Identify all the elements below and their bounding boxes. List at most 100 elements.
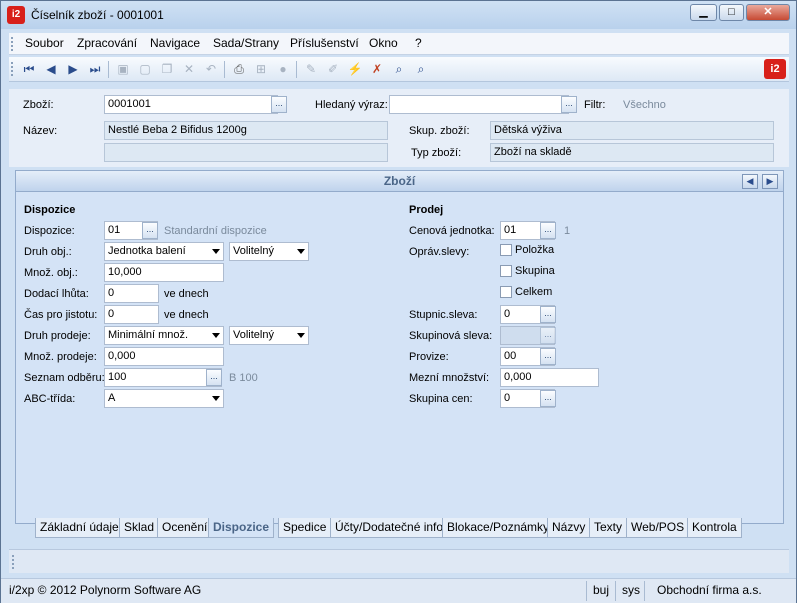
status-system: sys bbox=[622, 583, 640, 597]
tree-icon[interactable]: ⊞ bbox=[253, 61, 269, 77]
toolbar-separator bbox=[296, 61, 297, 78]
menu-soubor[interactable]: Soubor bbox=[25, 36, 64, 50]
find-icon[interactable]: ⌕ bbox=[391, 61, 407, 77]
dodaci-input[interactable]: 0 bbox=[104, 284, 159, 303]
tab-texty[interactable]: Texty bbox=[589, 518, 628, 538]
application-window: i2 Číselník zboží - 0001001 ▁ □ ✕ Soubor… bbox=[0, 0, 797, 603]
druh-prodeje-value: Minimální množ. bbox=[108, 329, 189, 341]
skupinova-label: Skupinová sleva: bbox=[409, 330, 493, 342]
polozka-checkbox[interactable] bbox=[500, 244, 512, 256]
last-record-icon[interactable]: ⏭ bbox=[87, 61, 103, 77]
panel-header: Zboží bbox=[16, 171, 783, 192]
status-grip bbox=[12, 555, 15, 569]
toolbar-grip bbox=[11, 62, 14, 76]
tab-kontrola[interactable]: Kontrola bbox=[687, 518, 742, 538]
dispozice-lookup-button[interactable]: ... bbox=[142, 222, 158, 239]
druh-obj-label: Druh obj.: bbox=[24, 246, 72, 258]
skupina-cen-label: Skupina cen: bbox=[409, 393, 473, 405]
first-record-icon[interactable]: ⏮ bbox=[21, 61, 37, 77]
mnoz-obj-input[interactable]: 10,000 bbox=[104, 263, 224, 282]
zbozi-input[interactable]: 0001001 bbox=[104, 95, 278, 114]
skupinova-lookup-button[interactable]: ... bbox=[540, 327, 556, 344]
undo-icon[interactable]: ↶ bbox=[203, 61, 219, 77]
new-document-icon[interactable]: ▢ bbox=[137, 61, 153, 77]
save-icon[interactable]: ▣ bbox=[115, 61, 131, 77]
druh-obj-value: Jednotka balení bbox=[108, 245, 186, 257]
minimize-button[interactable]: ▁ bbox=[690, 4, 717, 21]
status-divider bbox=[644, 581, 645, 601]
menu-prislusenstvi[interactable]: Příslušenství bbox=[290, 36, 359, 50]
druh-prodeje-label: Druh prodeje: bbox=[24, 330, 91, 342]
delete-icon[interactable]: ✕ bbox=[181, 61, 197, 77]
pen-alt-icon[interactable]: ✐ bbox=[325, 61, 341, 77]
druh-obj-option-value: Volitelný bbox=[233, 245, 274, 257]
celkem-checkbox[interactable] bbox=[500, 286, 512, 298]
druh-prodeje-option-value: Volitelný bbox=[233, 329, 274, 341]
pen-icon[interactable]: ✎ bbox=[303, 61, 319, 77]
hledany-lookup-button[interactable]: ... bbox=[561, 96, 577, 113]
secondary-status-bar bbox=[9, 549, 789, 573]
chevron-down-icon bbox=[212, 396, 220, 401]
tab-spedice[interactable]: Spedice bbox=[278, 518, 332, 538]
panel-next-button[interactable]: ▶ bbox=[762, 174, 778, 189]
druh-prodeje-option-select[interactable]: Volitelný bbox=[229, 326, 309, 345]
seznam-lookup-button[interactable]: ... bbox=[206, 369, 222, 386]
panel-prev-button[interactable]: ◀ bbox=[742, 174, 758, 189]
copy-icon[interactable]: ❐ bbox=[159, 61, 175, 77]
dispozice-label: Dispozice: bbox=[24, 225, 75, 237]
mezni-input[interactable]: 0,000 bbox=[500, 368, 599, 387]
tab-ucty[interactable]: Účty/Dodatečné info bbox=[330, 518, 449, 538]
tab-blokace[interactable]: Blokace/Poznámky bbox=[442, 518, 555, 538]
druh-obj-select[interactable]: Jednotka balení bbox=[104, 242, 224, 261]
tab-zakladni-udaje[interactable]: Základní údaje bbox=[35, 518, 124, 538]
abc-select[interactable]: A bbox=[104, 389, 224, 408]
celkem-label: Celkem bbox=[515, 286, 553, 298]
chevron-down-icon bbox=[212, 249, 220, 254]
dispozice-heading: Dispozice bbox=[24, 204, 76, 216]
menu-okno[interactable]: Okno bbox=[369, 36, 398, 50]
seznam-input[interactable]: 100 bbox=[104, 368, 222, 387]
typ-field[interactable]: Zboží na skladě bbox=[490, 143, 774, 162]
app-icon: i2 bbox=[7, 6, 25, 24]
zbozi-lookup-button[interactable]: ... bbox=[271, 96, 287, 113]
druh-prodeje-select[interactable]: Minimální množ. bbox=[104, 326, 224, 345]
maximize-button[interactable]: □ bbox=[719, 4, 744, 21]
filter-icon[interactable]: ⚡ bbox=[347, 61, 363, 77]
prev-record-icon[interactable]: ◀ bbox=[43, 61, 59, 77]
filter-clear-icon[interactable]: ✗ bbox=[369, 61, 385, 77]
zbozi-panel: Zboží ◀ ▶ Dispozice Dispozice: 0 1 ... St… bbox=[15, 170, 784, 524]
filtr-value[interactable]: Všechno bbox=[623, 99, 666, 111]
next-record-icon[interactable]: ▶ bbox=[65, 61, 81, 77]
cenova-lookup-button[interactable]: ... bbox=[540, 222, 556, 239]
mnoz-prodeje-input[interactable]: 0,000 bbox=[104, 347, 224, 366]
menu-zpracovani[interactable]: Zpracování bbox=[77, 36, 137, 50]
find-next-icon[interactable]: ⌕ bbox=[413, 61, 429, 77]
tab-dispozice[interactable]: Dispozice bbox=[208, 518, 275, 538]
skupina-cen-lookup-button[interactable]: ... bbox=[540, 390, 556, 407]
menu-help[interactable]: ? bbox=[415, 36, 422, 50]
skupina-label: Skupina bbox=[515, 265, 555, 277]
nazev-field[interactable]: Nestlé Beba 2 Bifidus 1200g bbox=[104, 121, 388, 140]
druh-obj-option-select[interactable]: Volitelný bbox=[229, 242, 309, 261]
disk-icon[interactable]: ● bbox=[275, 61, 291, 77]
hledany-label: Hledaný výraz: bbox=[315, 99, 388, 111]
print-icon[interactable]: ⎙ bbox=[231, 61, 247, 77]
tab-nazvy[interactable]: Názvy bbox=[547, 518, 591, 538]
provize-lookup-button[interactable]: ... bbox=[540, 348, 556, 365]
skupina-checkbox[interactable] bbox=[500, 265, 512, 277]
menu-navigace[interactable]: Navigace bbox=[150, 36, 200, 50]
menu-sada-strany[interactable]: Sada/Strany bbox=[213, 36, 279, 50]
nazev2-field[interactable] bbox=[104, 143, 388, 162]
copyright-text: i/2xp © 2012 Polynorm Software AG bbox=[9, 583, 202, 597]
tab-sklad[interactable]: Sklad bbox=[119, 518, 160, 538]
stupnic-lookup-button[interactable]: ... bbox=[540, 306, 556, 323]
close-button[interactable]: ✕ bbox=[746, 4, 790, 21]
toolbar-separator bbox=[108, 61, 109, 78]
typ-label: Typ zboží: bbox=[411, 147, 462, 159]
tab-web-pos[interactable]: Web/POS bbox=[626, 518, 690, 538]
tab-oceneni[interactable]: Ocenění bbox=[157, 518, 213, 538]
skup-field[interactable]: Dětská výživa bbox=[490, 121, 774, 140]
hledany-input[interactable] bbox=[389, 95, 569, 114]
cas-input[interactable]: 0 bbox=[104, 305, 159, 324]
title-bar: i2 Číselník zboží - 0001001 ▁ □ ✕ bbox=[1, 1, 796, 29]
